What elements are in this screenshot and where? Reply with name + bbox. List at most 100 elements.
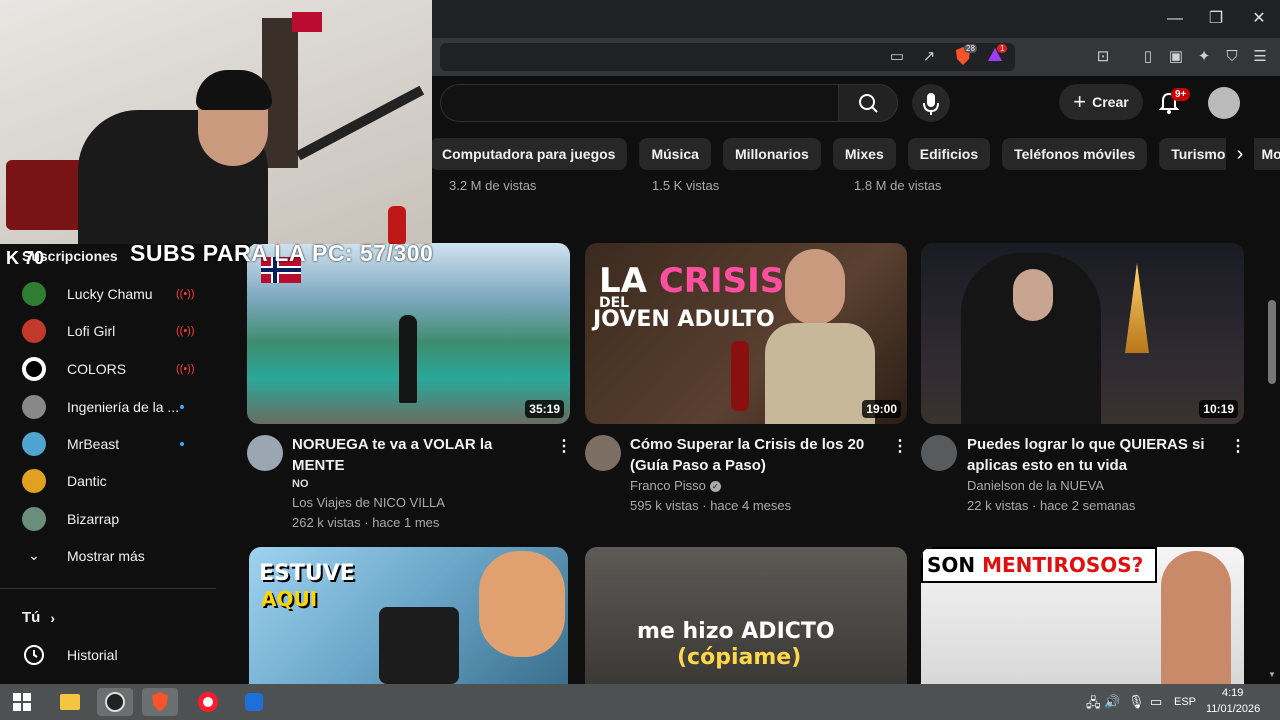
create-button[interactable]: + Crear [1059, 84, 1143, 120]
share-icon[interactable]: ↗ [918, 46, 940, 68]
video-info-2: Cómo Superar la Crisis de los 20 (Guía P… [630, 434, 885, 516]
channel-avatar[interactable] [585, 435, 621, 471]
chip[interactable]: Motivació [1249, 138, 1280, 170]
webcam-flag [292, 12, 322, 32]
cast-icon[interactable]: ▭ [886, 46, 908, 68]
battery-icon[interactable]: ▭ [1150, 694, 1162, 710]
channel-avatar [22, 468, 46, 493]
show-more-label: Mostrar más [67, 547, 145, 564]
sidebar-subscription[interactable]: Dantic [0, 462, 216, 499]
thumbnail-face [1013, 269, 1053, 321]
video-title[interactable]: Cómo Superar la Crisis de los 20 [630, 434, 885, 455]
history-label: Historial [67, 646, 118, 663]
page-scrollbar[interactable] [1268, 300, 1276, 384]
sidebar-item-label: COLORS [67, 360, 127, 377]
opera-icon[interactable] [190, 688, 226, 716]
create-label: Crear [1092, 94, 1129, 110]
thumb-text-adicto: me hizo ADICTO [637, 619, 835, 644]
video-title-line2[interactable]: (Guía Paso a Paso) [630, 455, 885, 476]
chip[interactable]: Edificios [907, 138, 991, 170]
video-title[interactable]: Puedes lograr lo que QUIERAS si [967, 434, 1225, 455]
volume-icon[interactable]: 🔊 [1104, 694, 1120, 710]
sidebar-subscription[interactable]: Ingeniería de la ... [0, 388, 216, 425]
video-thumbnail-1[interactable]: 35:19 [247, 243, 570, 424]
you-section-link[interactable]: Tú › [0, 599, 216, 636]
previous-views-1: 3.2 M de vistas [449, 178, 537, 193]
wallet-icon[interactable]: ▣ [1165, 46, 1187, 68]
brave-browser-icon[interactable] [142, 688, 178, 716]
restore-icon[interactable]: ❐ [1205, 8, 1227, 30]
previous-views-3: 1.8 M de vistas [854, 178, 942, 193]
channel-name[interactable]: Danielson de la NUEVA [967, 476, 1225, 496]
microphone-tray-icon[interactable]: 🎙 [1128, 694, 1145, 710]
stream-logo: K 70 [6, 248, 45, 268]
leo-ai-icon[interactable]: ✦ [1193, 46, 1215, 68]
thumb-text-estuve: ESTUVE [259, 561, 355, 586]
start-button[interactable] [4, 688, 40, 716]
video-views: 595 k vistas · hace 4 meses [630, 498, 792, 513]
chip[interactable]: Mixes [832, 138, 896, 170]
microphone-icon [923, 93, 939, 115]
thumbnail-person [1161, 551, 1231, 684]
video-thumbnail-4[interactable]: ESTUVE AQUI [249, 547, 568, 684]
network-icon[interactable]: 🖧 [1086, 694, 1101, 716]
sidebar-subscription[interactable]: COLORS ((•)) [0, 350, 216, 387]
menu-icon[interactable]: ☰ [1249, 46, 1271, 68]
thumbnail-camera [379, 607, 459, 684]
video-thumbnail-3[interactable]: 10:19 [921, 243, 1244, 424]
search-input[interactable] [440, 84, 838, 122]
channel-name[interactable]: Los Viajes de NICO VILLA [292, 493, 542, 513]
chip[interactable]: Computadora para juegos [430, 138, 628, 170]
minimize-icon[interactable]: — [1164, 8, 1186, 30]
video-title[interactable]: NORUEGA te va a VOLAR la MENTE [292, 434, 542, 476]
video-views: 262 k vistas · hace 1 mes [292, 515, 440, 530]
video-thumbnail-6[interactable]: SON MENTIROSOS? [921, 547, 1244, 684]
channel-name[interactable]: Franco Pisso [630, 478, 706, 493]
show-more-button[interactable]: ⌄ Mostrar más [0, 537, 216, 574]
live-icon: ((•)) [176, 287, 195, 300]
new-content-dot [180, 441, 184, 446]
channel-avatar[interactable] [921, 435, 957, 471]
thumb-text-joven: JOVEN ADULTO [593, 307, 775, 332]
scroll-down-icon[interactable]: ▼ [1268, 670, 1276, 679]
more-options-icon[interactable]: ⋮ [556, 436, 572, 456]
app-icon[interactable] [236, 688, 272, 716]
video-title-line2[interactable]: aplicas esto en tu vida [967, 455, 1225, 476]
more-options-icon[interactable]: ⋮ [1230, 436, 1246, 456]
close-icon[interactable]: ✕ [1248, 8, 1270, 30]
subs-counter-banner: SUBS PARA LA PC: 57/300 [130, 240, 434, 266]
country-badge: NO [292, 478, 309, 490]
chevron-right-small-icon: › [50, 609, 55, 626]
clock-time[interactable]: 4:19 [1222, 687, 1243, 699]
file-explorer-icon[interactable] [52, 688, 88, 716]
obs-icon[interactable] [97, 688, 133, 716]
channel-avatar [22, 506, 46, 531]
video-thumbnail-5[interactable]: me hizo ADICTO (cópiame) [585, 547, 907, 684]
clock-date[interactable]: 11/01/2026 [1206, 703, 1260, 715]
live-icon: ((•)) [176, 362, 195, 375]
chevron-right-icon[interactable]: › [1226, 138, 1254, 170]
notifications-badge: 9+ [1171, 88, 1191, 101]
channel-avatar [22, 394, 46, 419]
language-indicator[interactable]: ESP [1174, 696, 1196, 708]
sidebar-toggle-icon[interactable]: ▯ [1137, 46, 1159, 68]
voice-search-button[interactable] [912, 84, 950, 122]
chip[interactable]: Música [639, 138, 711, 170]
category-chips: Computadora para juegos Música Millonarios… [430, 138, 1280, 170]
channel-avatar[interactable] [247, 435, 283, 471]
vpn-icon[interactable]: ⛉ [1221, 46, 1243, 68]
sidebar-subscription[interactable]: MrBeast [0, 425, 216, 462]
account-avatar[interactable] [1208, 87, 1240, 119]
chip[interactable]: Millonarios [722, 138, 821, 170]
sidebar-subscription[interactable]: Bizarrap [0, 500, 216, 537]
search-button[interactable] [838, 84, 898, 122]
sidebar-subscription[interactable]: Lofi Girl ((•)) [0, 312, 216, 349]
sidebar-subscription[interactable]: Lucky Chamu ((•)) [0, 275, 216, 312]
webcam-overlay [0, 0, 432, 244]
thumbnail-bottle [731, 341, 749, 411]
more-options-icon[interactable]: ⋮ [892, 436, 908, 456]
history-link[interactable]: Historial [0, 636, 216, 673]
reader-mode-icon[interactable]: ⊡ [1092, 46, 1114, 68]
video-thumbnail-2[interactable]: LA CRISIS DEL JOVEN ADULTO 19:00 [585, 243, 907, 424]
chip[interactable]: Teléfonos móviles [1002, 138, 1148, 170]
